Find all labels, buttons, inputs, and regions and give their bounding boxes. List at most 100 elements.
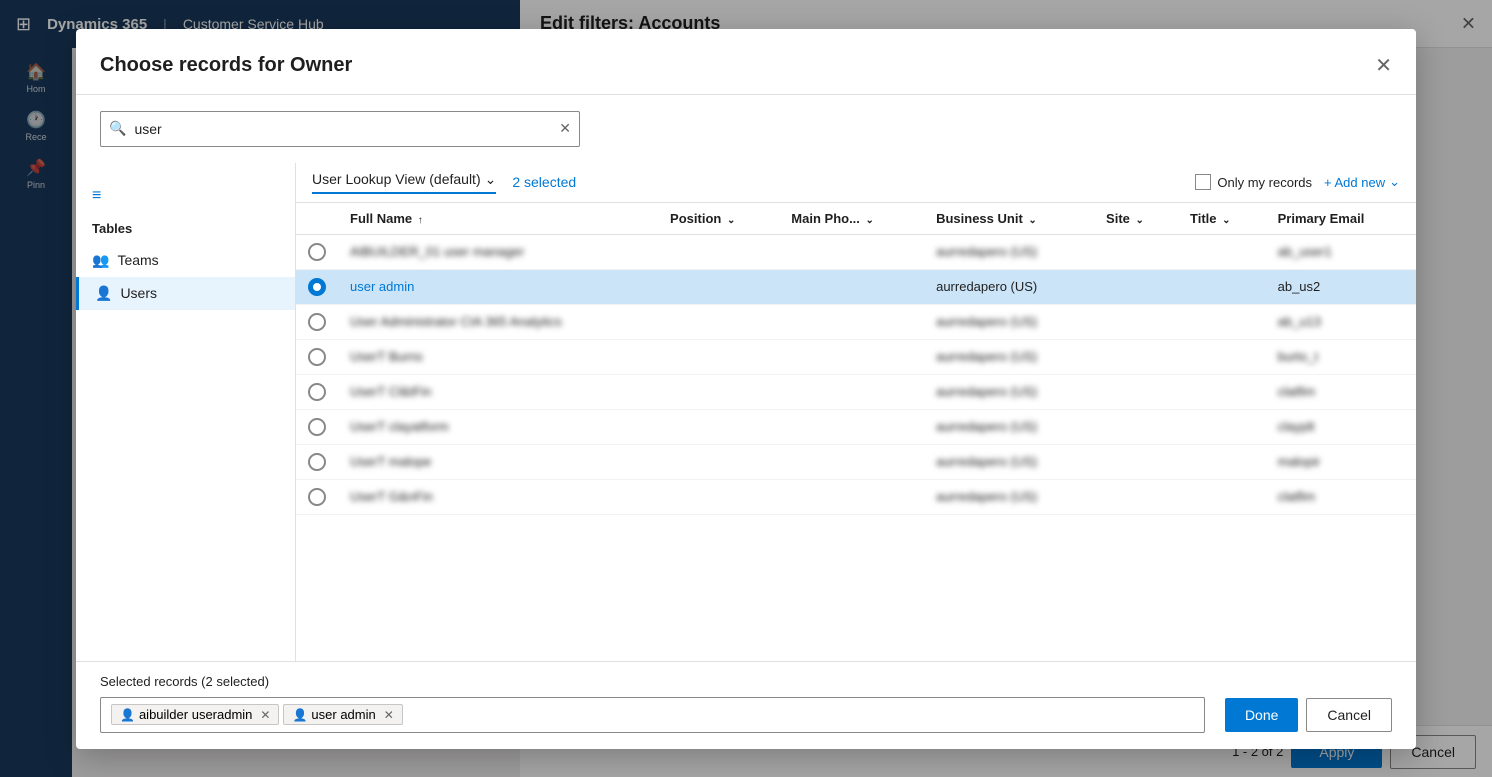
row-select-cell[interactable] [296,304,338,339]
cancel-button[interactable]: Cancel [1306,698,1392,732]
cell-position [658,304,779,339]
radio-button[interactable] [308,418,326,436]
radio-button[interactable] [308,278,326,296]
col-position[interactable]: Position ⌄ [658,203,779,235]
cell-full-name: AIBUILDER_01 user manager [338,234,658,269]
only-my-records-checkbox[interactable] [1195,174,1211,190]
tag-person-icon-1: 👤 [120,708,135,722]
cell-primary-email: ab_us2 [1266,269,1416,304]
table-row[interactable]: user admin aurredapero (US) ab_us2 [296,269,1416,304]
radio-button[interactable] [308,453,326,471]
choose-records-modal: Choose records for Owner ✕ 🔍 ✕ ≡ Tables … [76,29,1416,749]
cell-site [1094,339,1178,374]
tag-remove-1[interactable]: ✕ [260,708,270,722]
modal-search-area: 🔍 ✕ [76,95,1416,163]
tables-section-label: Tables [76,213,295,244]
selected-tag-useradmin: 👤 user admin ✕ [283,704,402,725]
users-label: Users [120,285,157,301]
col-primary-email[interactable]: Primary Email [1266,203,1416,235]
cell-title [1178,479,1266,514]
row-select-cell[interactable] [296,269,338,304]
row-select-cell[interactable] [296,374,338,409]
cell-position [658,374,779,409]
selected-tag-aibuilder: 👤 aibuilder useradmin ✕ [111,704,279,725]
search-icon: 🔍 [109,120,126,137]
tag-person-icon-2: 👤 [292,708,307,722]
col-site[interactable]: Site ⌄ [1094,203,1178,235]
add-new-label: + Add new [1324,175,1385,190]
cell-full-name: UserT clayatform [338,409,658,444]
table-row[interactable]: UserT Burnsaurredapero (US)burto_t [296,339,1416,374]
cell-full-name[interactable]: user admin [338,269,658,304]
cell-full-name: UserT malope [338,444,658,479]
tag-remove-2[interactable]: ✕ [384,708,394,722]
cell-business-unit: aurredapero (US) [924,444,1094,479]
view-selector[interactable]: User Lookup View (default) ⌄ [312,171,496,194]
add-new-button[interactable]: + Add new ⌄ [1324,174,1400,190]
cell-business-unit: aurredapero (US) [924,409,1094,444]
cell-site [1094,234,1178,269]
row-select-cell[interactable] [296,479,338,514]
cell-site [1094,269,1178,304]
row-select-cell[interactable] [296,234,338,269]
selected-records-footer: Selected records (2 selected) 👤 aibuilde… [76,661,1416,749]
cell-primary-email: burto_t [1266,339,1416,374]
table-row[interactable]: UserT malopeaurredapero (US)malopir [296,444,1416,479]
menu-icon[interactable]: ≡ [76,179,295,213]
radio-button[interactable] [308,313,326,331]
view-chevron-icon: ⌄ [485,171,497,188]
table-row[interactable]: AIBUILDER_01 user manageraurredapero (US… [296,234,1416,269]
radio-button[interactable] [308,243,326,261]
col-main-phone[interactable]: Main Pho... ⌄ [779,203,924,235]
done-button[interactable]: Done [1225,698,1298,732]
modal-title: Choose records for Owner [100,54,352,77]
cell-position [658,234,779,269]
left-panel-item-users[interactable]: 👤 Users [76,277,295,310]
teams-label: Teams [117,252,158,268]
teams-icon: 👥 [92,252,109,269]
cell-primary-email: clatfim [1266,479,1416,514]
full-name-link[interactable]: user admin [350,279,414,294]
table-header-row: Full Name ↑ Position ⌄ Main Pho... ⌄ [296,203,1416,235]
cell-full-name: UserT Cl&tFin [338,374,658,409]
table-row[interactable]: User Administrator CIA 365 Analyticsaurr… [296,304,1416,339]
cell-title [1178,409,1266,444]
tag-name-1: aibuilder useradmin [139,707,252,722]
search-clear-button[interactable]: ✕ [559,120,571,137]
data-table: Full Name ↑ Position ⌄ Main Pho... ⌄ [296,203,1416,661]
cell-business-unit: aurredapero (US) [924,269,1094,304]
cell-business-unit: aurredapero (US) [924,479,1094,514]
radio-button[interactable] [308,383,326,401]
table-row[interactable]: UserT G&nFin aurredapero (US) clatfim [296,479,1416,514]
col-business-unit[interactable]: Business Unit ⌄ [924,203,1094,235]
table-row[interactable]: UserT clayatform aurredapero (US) clayplt [296,409,1416,444]
radio-button[interactable] [308,488,326,506]
cell-site [1094,479,1178,514]
col-full-name[interactable]: Full Name ↑ [338,203,658,235]
site-sort-icon: ⌄ [1136,215,1144,226]
cell-primary-email: clatfim [1266,374,1416,409]
cell-primary-email: clayplt [1266,409,1416,444]
view-selector-label: User Lookup View (default) [312,171,481,187]
cell-site [1094,409,1178,444]
search-input[interactable] [134,121,551,137]
row-select-cell[interactable] [296,339,338,374]
selected-tags-container: 👤 aibuilder useradmin ✕ 👤 user admin ✕ [100,697,1205,733]
users-icon: 👤 [95,285,112,302]
title-sort-icon: ⌄ [1222,215,1230,226]
left-panel-item-teams[interactable]: 👥 Teams [76,244,295,277]
position-sort-icon: ⌄ [727,215,735,226]
col-title[interactable]: Title ⌄ [1178,203,1266,235]
cell-main-phone [779,409,924,444]
cell-main-phone [779,234,924,269]
cell-full-name: User Administrator CIA 365 Analytics [338,304,658,339]
cell-full-name: UserT G&nFin [338,479,658,514]
modal-close-button[interactable]: ✕ [1375,53,1392,78]
right-panel: User Lookup View (default) ⌄ 2 selected … [296,163,1416,661]
only-my-records-option[interactable]: Only my records [1195,174,1312,190]
row-select-cell[interactable] [296,409,338,444]
table-row[interactable]: UserT Cl&tFinaurredapero (US)clatfim [296,374,1416,409]
row-select-cell[interactable] [296,444,338,479]
left-panel: ≡ Tables 👥 Teams 👤 Users [76,163,296,661]
radio-button[interactable] [308,348,326,366]
